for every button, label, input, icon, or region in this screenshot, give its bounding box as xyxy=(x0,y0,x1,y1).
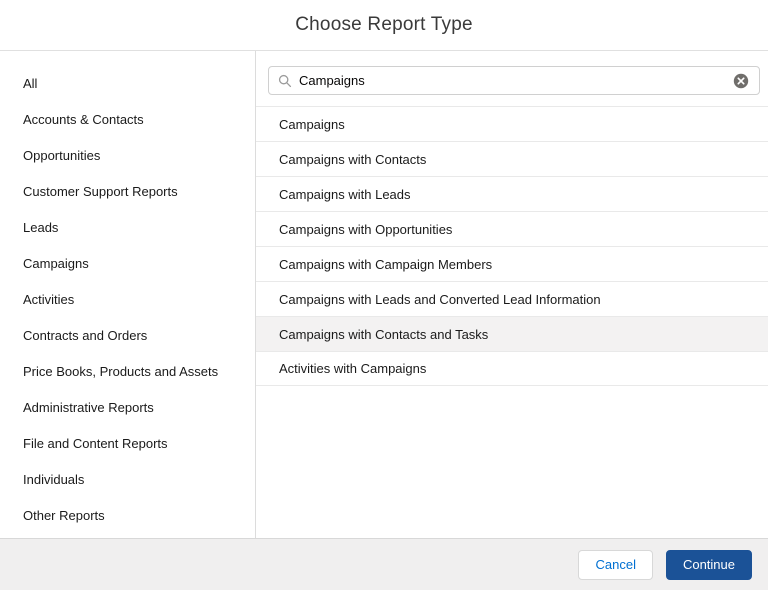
sidebar-category-item[interactable]: Price Books, Products and Assets xyxy=(0,353,255,389)
choose-report-type-modal: Choose Report Type All Accounts & Contac… xyxy=(0,0,768,590)
modal-title: Choose Report Type xyxy=(295,14,473,35)
sidebar-category-item[interactable]: All xyxy=(0,65,255,101)
modal-body: All Accounts & Contacts Opportunities Cu… xyxy=(0,51,768,538)
sidebar-category-item[interactable]: Activities xyxy=(0,281,255,317)
report-type-result-label: Campaigns with Leads xyxy=(279,186,411,202)
search-wrap xyxy=(268,66,760,95)
sidebar-category-item[interactable]: Opportunities xyxy=(0,137,255,173)
report-type-result-row[interactable]: Campaigns with Leads xyxy=(256,176,768,211)
sidebar-category-item[interactable]: Campaigns xyxy=(0,245,255,281)
sidebar-category-label: Individuals xyxy=(23,471,85,487)
report-type-results-list: Campaigns Campaigns with Contacts Campai… xyxy=(256,106,768,386)
sidebar-category-item[interactable]: Other Reports xyxy=(0,497,255,533)
clear-search-button[interactable] xyxy=(733,73,749,89)
clear-icon xyxy=(733,73,749,88)
report-type-result-label: Activities with Campaigns xyxy=(279,361,427,376)
report-type-result-label: Campaigns with Campaign Members xyxy=(279,256,493,272)
modal-footer: Cancel Continue xyxy=(0,538,768,590)
report-type-panel: Campaigns Campaigns with Contacts Campai… xyxy=(256,51,768,538)
report-type-result-label: Campaigns with Opportunities xyxy=(279,221,453,237)
report-type-result-row[interactable]: Activities with Campaigns xyxy=(256,351,768,386)
report-type-result-row[interactable]: Campaigns with Opportunities xyxy=(256,211,768,246)
modal-header: Choose Report Type xyxy=(0,0,768,51)
report-type-result-row[interactable]: Campaigns with Leads and Converted Lead … xyxy=(256,281,768,316)
search-box xyxy=(268,66,760,95)
report-type-search-input[interactable] xyxy=(299,73,733,88)
report-type-result-label: Campaigns with Contacts and Tasks xyxy=(279,326,489,342)
sidebar-category-label: Customer Support Reports xyxy=(23,183,178,199)
report-type-result-row[interactable]: Campaigns xyxy=(256,106,768,141)
sidebar-category-item[interactable]: Contracts and Orders xyxy=(0,317,255,353)
sidebar-category-label: Accounts & Contacts xyxy=(23,111,144,127)
report-category-sidebar: All Accounts & Contacts Opportunities Cu… xyxy=(0,51,256,538)
sidebar-category-item[interactable]: Accounts & Contacts xyxy=(0,101,255,137)
sidebar-category-item[interactable]: Leads xyxy=(0,209,255,245)
sidebar-category-label: Campaigns xyxy=(23,255,89,271)
sidebar-category-item[interactable]: Administrative Reports xyxy=(0,389,255,425)
report-type-result-row[interactable]: Campaigns with Contacts and Tasks xyxy=(256,316,768,351)
sidebar-category-item[interactable]: Customer Support Reports xyxy=(0,173,255,209)
cancel-button[interactable]: Cancel xyxy=(578,549,653,580)
sidebar-category-label: Price Books, Products and Assets xyxy=(23,363,219,379)
report-type-result-row[interactable]: Campaigns with Campaign Members xyxy=(256,246,768,281)
sidebar-category-item[interactable]: Individuals xyxy=(0,461,255,497)
sidebar-category-label: All xyxy=(23,75,38,91)
report-type-result-label: Campaigns with Leads and Converted Lead … xyxy=(279,291,601,307)
sidebar-category-label: Activities xyxy=(23,291,75,307)
report-type-result-label: Campaigns with Contacts xyxy=(279,151,427,167)
sidebar-category-label: Administrative Reports xyxy=(23,399,154,415)
sidebar-category-label: Contracts and Orders xyxy=(23,327,148,343)
sidebar-category-label: File and Content Reports xyxy=(23,435,168,451)
report-type-result-row[interactable]: Campaigns with Contacts xyxy=(256,141,768,176)
sidebar-category-label: Opportunities xyxy=(23,147,101,163)
sidebar-category-item[interactable]: File and Content Reports xyxy=(0,425,255,461)
search-icon xyxy=(278,74,292,87)
continue-button[interactable]: Continue xyxy=(665,549,752,580)
report-type-result-label: Campaigns xyxy=(279,116,345,132)
sidebar-category-label: Other Reports xyxy=(23,507,105,523)
sidebar-category-label: Leads xyxy=(23,219,59,235)
